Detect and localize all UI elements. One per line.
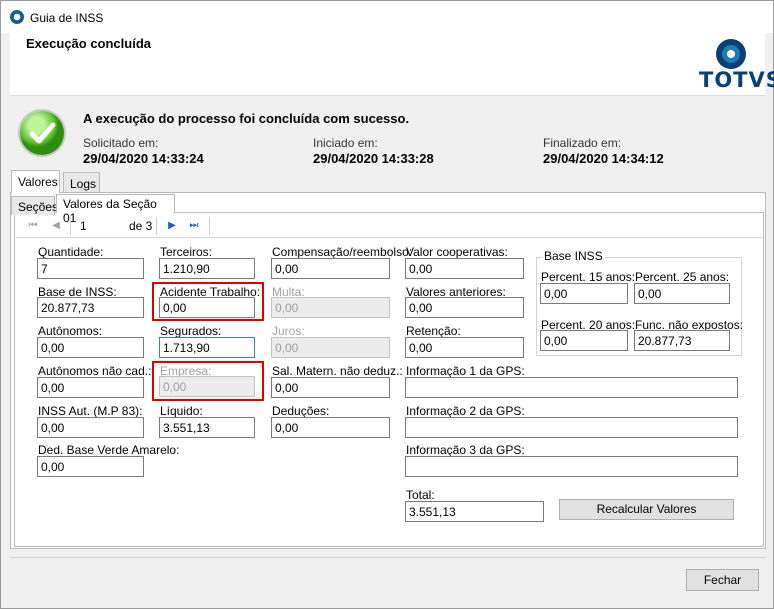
quantidade-field[interactable]: 7 — [37, 258, 144, 279]
liquido-label: Líquido: — [160, 404, 203, 418]
ded-base-verde-field[interactable]: 0,00 — [37, 456, 144, 477]
segurados-label: Segurados: — [160, 324, 222, 338]
record-navigator: ⏮ ◀ de 3 ▶ ⏭ — [16, 214, 762, 238]
recalcular-valores-button[interactable]: Recalcular Valores — [559, 499, 734, 520]
info-gps-3-field[interactable] — [405, 456, 738, 477]
success-check-icon — [20, 111, 64, 155]
fechar-button[interactable]: Fechar — [686, 569, 759, 591]
deducoes-label: Deduções: — [272, 404, 330, 418]
sal-matern-field[interactable]: 0,00 — [271, 377, 390, 398]
base-inss-field[interactable]: 20.877,73 — [37, 297, 144, 318]
percent-15-label: Percent. 15 anos: — [541, 270, 636, 284]
totvs-logo: TOTVS — [696, 39, 774, 94]
quantidade-label: Quantidade: — [38, 245, 104, 259]
inss-aut-field[interactable]: 0,00 — [37, 417, 144, 438]
dialog-header: Execução concluída TOTVS — [10, 33, 774, 96]
ded-base-verde-label: Ded. Base Verde Amarelo: — [38, 443, 180, 457]
tab-valores-secao[interactable]: Valores da Seção 01 — [56, 194, 175, 225]
tab-logs[interactable]: Logs — [63, 172, 100, 192]
segurados-field[interactable]: 1.713,90 — [159, 337, 255, 358]
totvs-logo-icon — [716, 39, 746, 69]
app-icon — [10, 10, 24, 24]
navigator-separator — [156, 217, 157, 235]
liquido-field[interactable]: 3.551,13 — [159, 417, 255, 438]
success-message: A execução do processo foi concluída com… — [83, 111, 410, 126]
total-label: Total: — [406, 488, 435, 502]
requested-info: Solicitado em: 29/04/2020 14:33:24 — [83, 136, 204, 166]
first-record-icon[interactable]: ⏮ — [26, 219, 40, 233]
total-field[interactable]: 3.551,13 — [405, 501, 544, 522]
finished-label: Finalizado em: — [543, 136, 622, 150]
totvs-logo-text: TOTVS — [699, 68, 774, 92]
percent-25-field[interactable]: 0,00 — [634, 283, 730, 304]
started-label: Iniciado em: — [313, 136, 378, 150]
navigator-separator — [209, 217, 210, 235]
empresa-field: 0,00 — [159, 376, 255, 397]
compensacao-label: Compensação/reembolso: — [272, 245, 413, 259]
func-nao-expostos-field[interactable]: 20.877,73 — [634, 330, 730, 351]
autonomos-label: Autônomos: — [38, 324, 103, 338]
inss-aut-label: INSS Aut. (M.P 83): — [38, 404, 143, 418]
info-gps-3-label: Informação 3 da GPS: — [406, 443, 525, 457]
info-gps-2-field[interactable] — [405, 417, 738, 438]
terceiros-label: Terceiros: — [160, 245, 213, 259]
multa-field: 0,00 — [271, 297, 390, 318]
page-input[interactable] — [78, 217, 134, 235]
percent-20-field[interactable]: 0,00 — [540, 330, 628, 351]
deducoes-field[interactable]: 0,00 — [271, 417, 390, 438]
terceiros-field[interactable]: 1.210,90 — [159, 258, 255, 279]
requested-value: 29/04/2020 14:33:24 — [83, 151, 204, 166]
compensacao-field[interactable]: 0,00 — [271, 258, 390, 279]
finished-info: Finalizado em: 29/04/2020 14:34:12 — [543, 136, 664, 166]
title-bar: Guia de INSS — [1, 1, 773, 33]
sal-matern-label: Sal. Matern. não deduz.: — [272, 364, 403, 378]
tab-valores[interactable]: Valores — [11, 170, 60, 193]
previous-record-icon[interactable]: ◀ — [49, 219, 63, 233]
retencao-field[interactable]: 0,00 — [405, 337, 524, 358]
started-value: 29/04/2020 14:33:28 — [313, 151, 434, 166]
finished-value: 29/04/2020 14:34:12 — [543, 151, 664, 166]
valor-cooperativas-field[interactable]: 0,00 — [405, 258, 524, 279]
started-info: Iniciado em: 29/04/2020 14:33:28 — [313, 136, 434, 166]
page-count: de 3 — [129, 219, 153, 233]
acidente-trabalho-field[interactable]: 0,00 — [159, 297, 255, 318]
main-window: Guia de INSS Execução concluída TOTVS A … — [0, 0, 774, 609]
footer-divider — [10, 557, 766, 558]
autonomos-field[interactable]: 0,00 — [37, 337, 144, 358]
info-gps-2-label: Informação 2 da GPS: — [406, 404, 525, 418]
requested-label: Solicitado em: — [83, 136, 159, 150]
percent-25-label: Percent. 25 anos: — [635, 270, 730, 284]
juros-field: 0,00 — [271, 337, 390, 358]
valores-anteriores-field[interactable]: 0,00 — [405, 297, 524, 318]
next-record-icon[interactable]: ▶ — [165, 219, 179, 233]
base-inss-group-title: Base INSS — [542, 249, 605, 263]
navigator-separator — [70, 217, 71, 235]
percent-15-field[interactable]: 0,00 — [540, 283, 628, 304]
info-gps-1-field[interactable] — [405, 377, 738, 398]
window-title: Guia de INSS — [30, 11, 104, 25]
header-title: Execução concluída — [26, 36, 151, 51]
retencao-label: Retenção: — [406, 324, 461, 338]
tab-secoes[interactable]: Seções — [11, 196, 58, 215]
autonomos-nao-cad-label: Autônomos não cad.: — [38, 364, 152, 378]
juros-label: Juros: — [272, 324, 305, 338]
autonomos-nao-cad-field[interactable]: 0,00 — [37, 377, 144, 398]
info-gps-1-label: Informação 1 da GPS: — [406, 364, 525, 378]
valor-cooperativas-label: Valor cooperativas: — [406, 245, 508, 259]
last-record-icon[interactable]: ⏭ — [187, 219, 201, 233]
